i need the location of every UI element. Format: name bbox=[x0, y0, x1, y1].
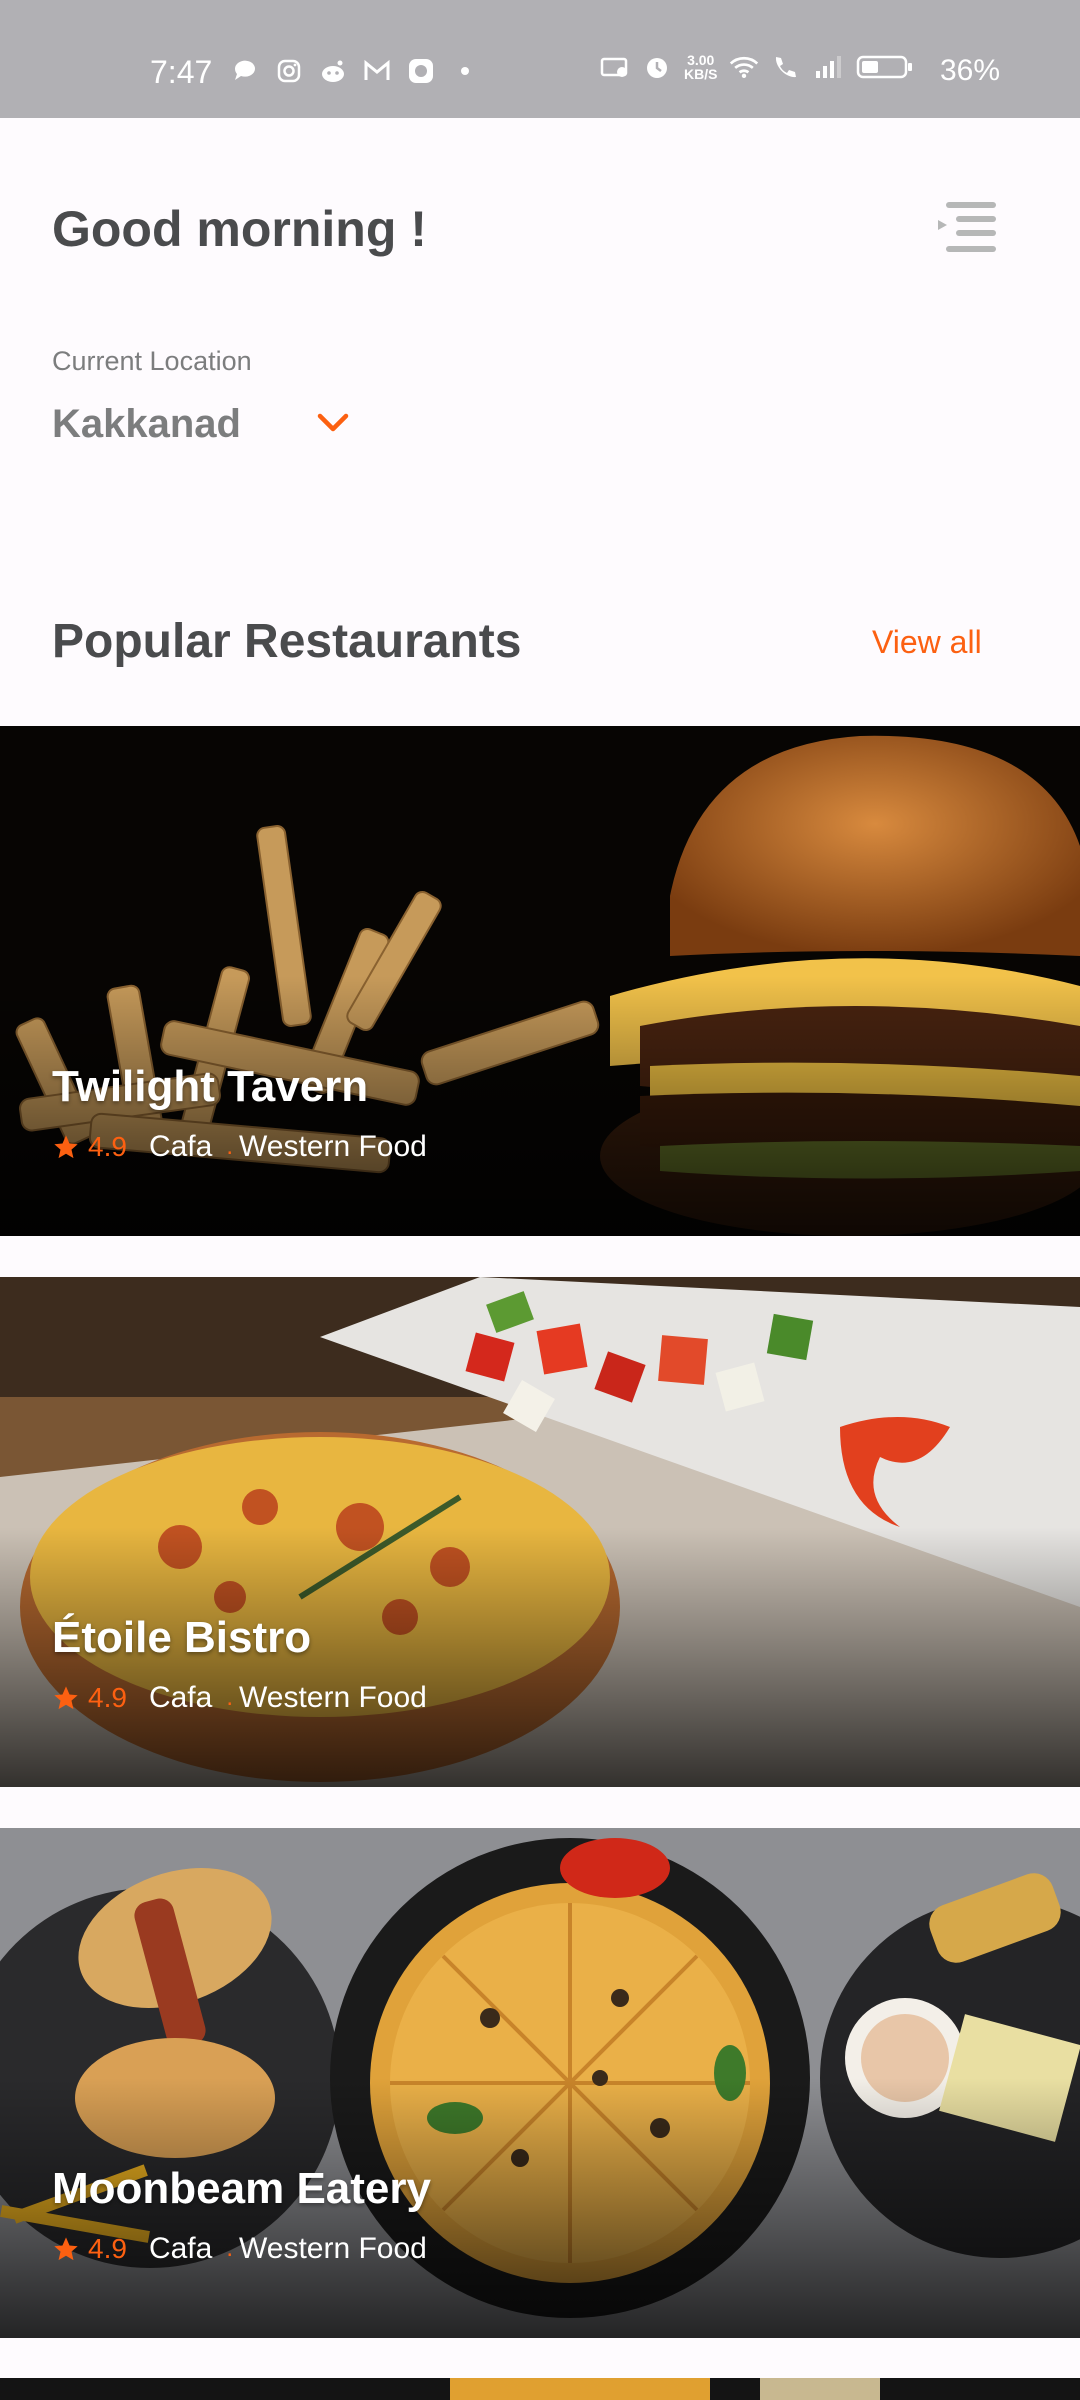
network-speed-unit: KB/S bbox=[684, 66, 718, 82]
restaurant-type: Cafa bbox=[148, 2232, 213, 2265]
chevron-down-icon bbox=[317, 413, 349, 432]
star-icon bbox=[54, 1135, 78, 1159]
app-icon bbox=[406, 56, 436, 86]
menu-button[interactable] bbox=[934, 196, 1000, 262]
call-icon bbox=[771, 52, 801, 82]
location-label: Current Location bbox=[52, 346, 252, 376]
restaurant-cuisine: Western Food bbox=[238, 1681, 427, 1714]
instagram-icon bbox=[274, 56, 304, 86]
location-value[interactable]: Kakkanad bbox=[52, 402, 241, 447]
restaurant-cuisine: Western Food bbox=[238, 1130, 427, 1163]
separator-dot: . bbox=[226, 1133, 233, 1160]
battery-icon bbox=[855, 52, 915, 82]
more-dot-icon bbox=[450, 56, 480, 86]
location-dropdown-button[interactable] bbox=[314, 408, 352, 438]
restaurant-cuisine: Western Food bbox=[238, 2232, 427, 2265]
wifi-icon bbox=[729, 52, 759, 82]
restaurant-name: Étoile Bistro bbox=[52, 1613, 312, 1662]
network-speed: 3.00 KB/S bbox=[684, 53, 717, 81]
system-icons: 3.00 KB/S bbox=[600, 52, 915, 82]
restaurant-name: Twilight Tavern bbox=[52, 1062, 369, 1111]
status-bar: 7:47 3.00 KB/S 36% bbox=[0, 0, 1080, 118]
star-icon bbox=[54, 2237, 78, 2261]
greeting-title: Good morning ! bbox=[52, 201, 427, 257]
restaurant-rating: 4.9 bbox=[88, 1682, 127, 1713]
restaurant-meta: 4.9 Cafa . Western Food bbox=[52, 1130, 427, 1164]
restaurant-image bbox=[0, 2378, 1080, 2400]
notification-icons bbox=[230, 56, 480, 86]
restaurant-meta: 4.9 Cafa . Western Food bbox=[52, 1681, 427, 1715]
restaurant-rating: 4.9 bbox=[88, 1131, 127, 1162]
restaurant-type: Cafa bbox=[148, 1681, 213, 1714]
separator-dot: . bbox=[226, 1684, 233, 1711]
restaurant-name: Moonbeam Eatery bbox=[52, 2164, 431, 2213]
restaurant-card[interactable]: Twilight Tavern 4.9 Cafa . Western Food bbox=[0, 726, 1080, 1236]
section-title: Popular Restaurants bbox=[52, 615, 522, 668]
status-time: 7:47 bbox=[150, 54, 213, 90]
alarm-icon bbox=[642, 52, 672, 82]
restaurant-card-partial[interactable] bbox=[0, 2378, 1080, 2400]
gmail-icon bbox=[362, 56, 392, 86]
restaurant-card[interactable]: Étoile Bistro 4.9 Cafa . Western Food bbox=[0, 1277, 1080, 1787]
view-all-link[interactable]: View all bbox=[872, 624, 982, 661]
chat-icon bbox=[230, 56, 260, 86]
signal-icon bbox=[813, 52, 843, 82]
card-icon bbox=[600, 52, 630, 82]
separator-dot: . bbox=[226, 2235, 233, 2262]
menu-icon bbox=[938, 202, 996, 252]
restaurant-type: Cafa bbox=[148, 1130, 213, 1163]
battery-percent: 36% bbox=[940, 54, 1001, 87]
restaurant-card[interactable]: Moonbeam Eatery 4.9 Cafa . Western Food bbox=[0, 1828, 1080, 2338]
star-icon bbox=[54, 1686, 78, 1710]
restaurant-rating: 4.9 bbox=[88, 2233, 127, 2264]
reddit-icon bbox=[318, 56, 348, 86]
restaurant-meta: 4.9 Cafa . Western Food bbox=[52, 2232, 427, 2266]
